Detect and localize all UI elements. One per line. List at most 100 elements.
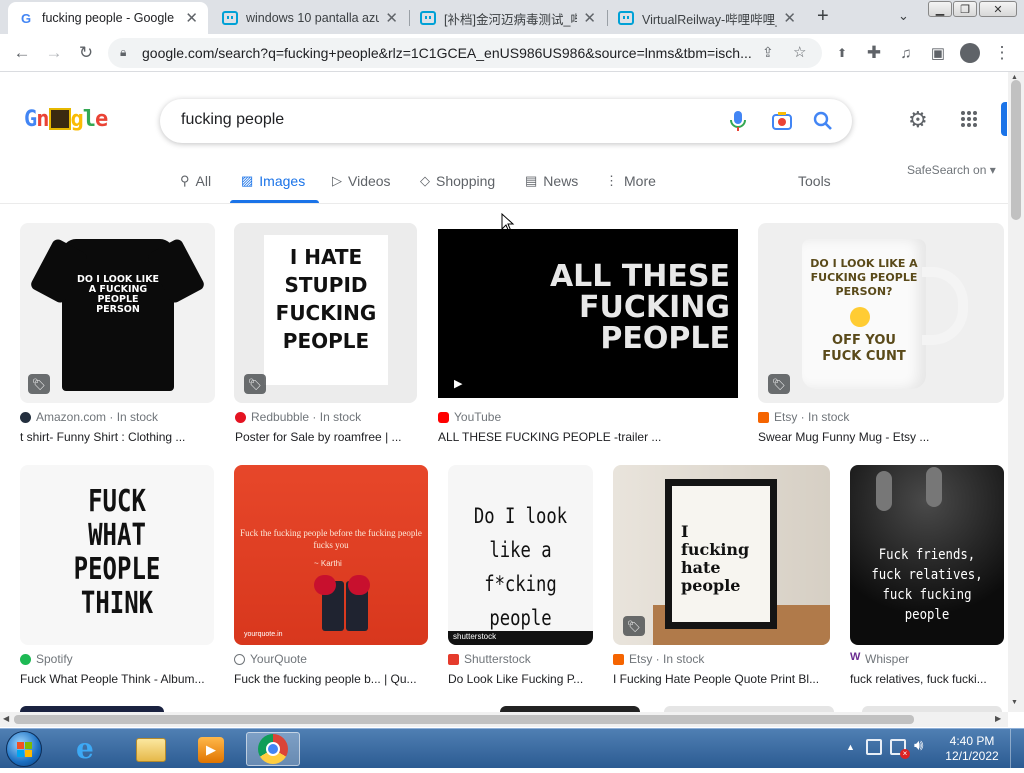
- maximize-button[interactable]: ❐: [953, 1, 977, 17]
- result-caption[interactable]: I Fucking Hate People Quote Print Bl...: [613, 672, 830, 686]
- result-caption[interactable]: ALL THESE FUCKING PEOPLE -trailer ...: [438, 430, 738, 444]
- tab-search-chevron-icon[interactable]: ⌄: [898, 8, 909, 24]
- profile-avatar-icon[interactable]: [958, 41, 982, 65]
- browser-menu-icon[interactable]: ⋮: [990, 41, 1014, 65]
- internet-explorer-icon: e: [76, 732, 94, 765]
- search-input[interactable]: fucking people: [181, 111, 284, 129]
- close-window-button[interactable]: ✕: [979, 1, 1017, 17]
- source-name: Whisper: [865, 652, 910, 666]
- more-dots-icon: ⋮: [605, 173, 618, 188]
- lock-icon[interactable]: 🔒︎: [120, 45, 126, 60]
- taskbar-chrome[interactable]: [246, 732, 300, 766]
- result-thumbnail[interactable]: Do I look like a f*cking people person? …: [448, 465, 593, 645]
- close-tab-icon[interactable]: ✕: [185, 9, 198, 27]
- taskbar-file-explorer[interactable]: [124, 732, 178, 766]
- lens-camera-icon[interactable]: [771, 111, 793, 131]
- start-button[interactable]: [6, 731, 42, 767]
- result-thumbnail[interactable]: ALL THESE FUCKING PEOPLE ▶: [438, 229, 738, 398]
- result-source[interactable]: Redbubble · In stock: [235, 410, 361, 424]
- google-doodle-logo[interactable]: Gn gle: [24, 107, 108, 132]
- safesearch-toggle[interactable]: SafeSearch on ▾: [907, 163, 996, 177]
- result-caption[interactable]: fuck relatives, fuck fucki...: [850, 672, 1004, 686]
- nav-tab-news[interactable]: ▤ News: [525, 172, 578, 190]
- tab-bilibili-3[interactable]: VirtualReilway-哔哩哔哩_ ✕: [608, 2, 806, 34]
- show-hidden-icons-icon[interactable]: ▲: [846, 742, 855, 752]
- voice-search-mic-icon[interactable]: [728, 109, 748, 133]
- horizontal-scroll-thumb[interactable]: [14, 715, 914, 724]
- close-tab-icon[interactable]: ✕: [385, 9, 398, 27]
- extensions-puzzle-icon[interactable]: ✚: [862, 41, 886, 65]
- scroll-down-arrow-icon[interactable]: ▼: [1011, 699, 1018, 706]
- address-bar[interactable]: 🔒︎ google.com/search?q=fucking+people&rl…: [108, 38, 822, 68]
- tab-bilibili-2[interactable]: [补档]金河迈病毒测试_哔 ✕: [410, 2, 606, 34]
- amazon-icon: [20, 411, 31, 423]
- spotify-icon: [20, 653, 31, 665]
- result-source[interactable]: Etsy · In stock: [613, 652, 704, 666]
- new-tab-button[interactable]: +: [817, 5, 829, 28]
- result-source[interactable]: YouTube: [438, 410, 501, 424]
- taskbar-media-player[interactable]: ▶: [184, 732, 238, 766]
- nav-tab-more[interactable]: ⋮ More: [605, 172, 656, 190]
- result-caption[interactable]: t shirt- Funny Shirt : Clothing ...: [20, 430, 215, 444]
- extension-arrow-icon[interactable]: ⬆: [830, 41, 854, 65]
- result-source[interactable]: Spotify: [20, 652, 73, 666]
- action-center-flag-icon[interactable]: [866, 739, 882, 755]
- share-icon[interactable]: ⇪: [762, 44, 774, 61]
- mug-text-top: DO I LOOK LIKE A FUCKING PEOPLE PERSON?: [810, 257, 918, 298]
- result-thumbnail[interactable]: DO I LOOK LIKE A FUCKING PEOPLE PERSON 🏷…: [20, 223, 215, 403]
- album-art-text: FUCK WHAT PEOPLE THINK: [73, 484, 161, 621]
- sign-in-button-edge[interactable]: [1001, 102, 1007, 136]
- result-source[interactable]: Shutterstock: [448, 652, 531, 666]
- show-desktop-button[interactable]: [1010, 729, 1024, 769]
- minimize-button[interactable]: ▁: [928, 1, 952, 17]
- result-caption[interactable]: Swear Mug Funny Mug - Etsy ...: [758, 430, 1004, 444]
- result-caption[interactable]: Fuck What People Think - Album...: [20, 672, 214, 686]
- search-box[interactable]: fucking people: [160, 99, 852, 143]
- back-arrow-icon[interactable]: ←: [10, 41, 34, 65]
- result-caption[interactable]: Do Look Like Fucking P...: [448, 672, 593, 686]
- network-icon[interactable]: ×: [890, 739, 910, 759]
- nav-tab-all[interactable]: ⚲ All: [180, 172, 211, 190]
- result-source[interactable]: W Whisper: [850, 651, 910, 666]
- result-thumbnail[interactable]: Fuck friends, fuck relatives, fuck fucki…: [850, 465, 1004, 645]
- windows-taskbar: e ▶ ▲ × 🔊︎ 4:40 PM 12/1/2022: [0, 728, 1024, 769]
- taskbar-internet-explorer[interactable]: e: [64, 732, 118, 766]
- tab-google-search[interactable]: G fucking people - Google ✕: [8, 2, 208, 34]
- quote-text: Fuck the fucking people before the fucki…: [240, 528, 422, 550]
- result-thumbnail[interactable]: DO I LOOK LIKE A FUCKING PEOPLE PERSON? …: [758, 223, 1004, 403]
- close-tab-icon[interactable]: ✕: [583, 9, 596, 27]
- apps-grid-icon[interactable]: [960, 110, 978, 128]
- forward-arrow-icon[interactable]: →: [42, 41, 66, 65]
- result-source[interactable]: YourQuote: [234, 652, 307, 666]
- nav-tab-videos[interactable]: ▷ Videos: [332, 172, 391, 190]
- result-thumbnail[interactable]: Fuck the fucking people before the fucki…: [234, 465, 428, 645]
- windows-logo-icon: [17, 742, 32, 757]
- media-control-icon[interactable]: ♫: [894, 41, 918, 65]
- print-text: I fucking hate people: [681, 522, 750, 595]
- settings-gear-icon[interactable]: ⚙: [908, 107, 928, 133]
- volume-speaker-icon[interactable]: 🔊︎: [914, 737, 923, 754]
- vertical-scroll-thumb[interactable]: [1011, 80, 1021, 220]
- result-thumbnail[interactable]: I fucking hate people 🏷︎: [613, 465, 830, 645]
- result-thumbnail[interactable]: FUCK WHAT PEOPLE THINK: [20, 465, 214, 645]
- search-icon[interactable]: [812, 110, 834, 132]
- nav-tab-images[interactable]: ▨ Images: [241, 172, 305, 190]
- tab-bilibili-1[interactable]: windows 10 pantalla azul ✕: [212, 2, 408, 34]
- nav-tab-shopping[interactable]: ◇ Shopping: [420, 172, 495, 190]
- tools-button[interactable]: Tools: [798, 172, 831, 190]
- result-source[interactable]: Etsy · In stock: [758, 410, 849, 424]
- stock-status: In stock: [319, 410, 362, 424]
- result-caption[interactable]: Poster for Sale by roamfree | ...: [235, 430, 418, 444]
- reload-icon[interactable]: ↻: [74, 41, 98, 65]
- scroll-left-arrow-icon[interactable]: ◀: [3, 714, 9, 723]
- source-name: Etsy: [629, 652, 653, 666]
- scroll-right-arrow-icon[interactable]: ▶: [995, 714, 1001, 723]
- result-source[interactable]: Amazon.com · In stock: [20, 410, 158, 424]
- side-panel-icon[interactable]: ▣: [926, 41, 950, 65]
- mug-text-bottom: OFF YOU FUCK CUNT: [822, 333, 906, 364]
- close-tab-icon[interactable]: ✕: [783, 9, 796, 27]
- result-caption[interactable]: Fuck the fucking people b... | Qu...: [234, 672, 428, 686]
- bookmark-star-icon[interactable]: ☆: [793, 43, 806, 61]
- system-clock[interactable]: 4:40 PM 12/1/2022: [942, 734, 1002, 764]
- result-thumbnail[interactable]: I HATE STUPID FUCKING PEOPLE 🏷︎: [234, 223, 417, 403]
